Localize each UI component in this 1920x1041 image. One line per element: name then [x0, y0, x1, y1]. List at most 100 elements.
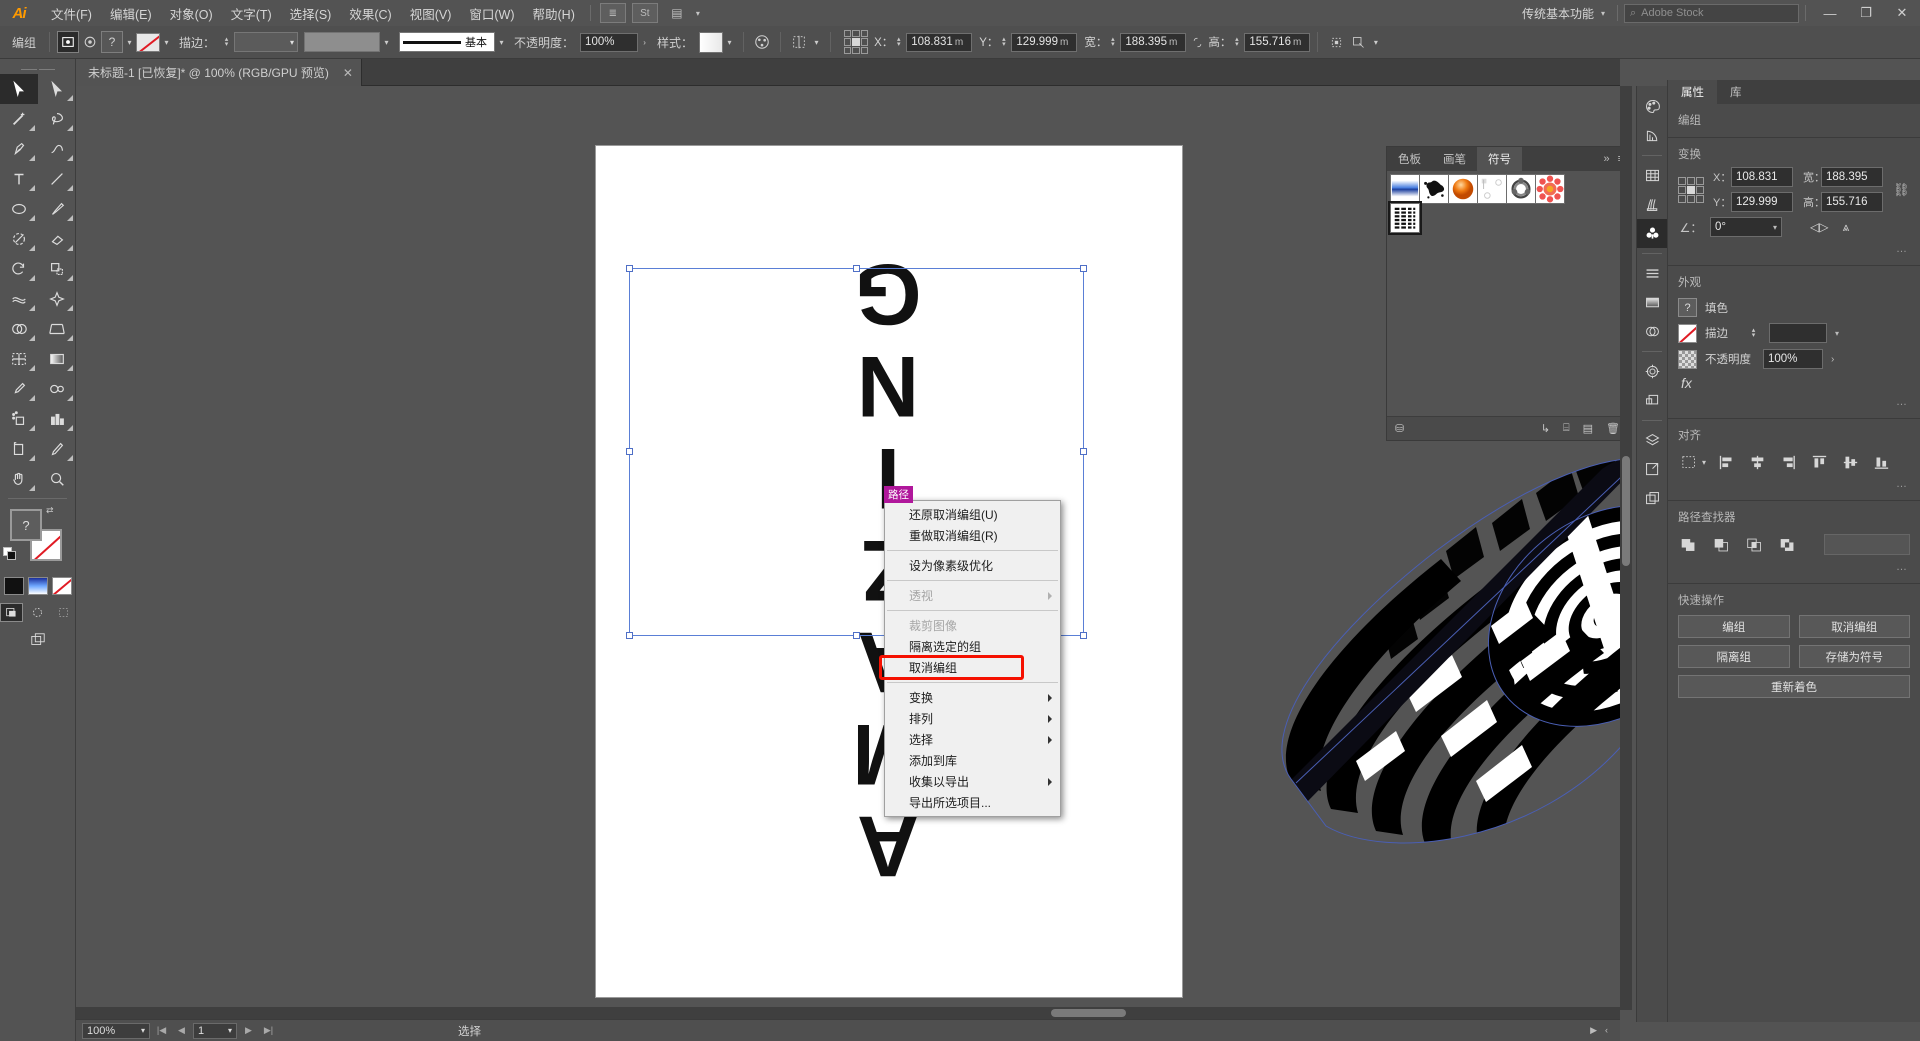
break-link-icon[interactable]: ↳: [1541, 422, 1550, 435]
brushes-panel-icon[interactable]: [1637, 190, 1668, 219]
transform-reference-point[interactable]: [1678, 177, 1704, 203]
pathfinder-more-button[interactable]: [1824, 534, 1910, 555]
lasso-tool[interactable]: [38, 104, 76, 134]
ctx-export-selection[interactable]: 导出所选项目...: [885, 792, 1060, 813]
constrain-proportions-icon[interactable]: [1186, 31, 1208, 53]
pen-tool[interactable]: [0, 134, 38, 164]
canvas-horizontal-scrollbar[interactable]: [76, 1007, 1620, 1019]
free-transform-tool[interactable]: [38, 284, 76, 314]
symbol-libraries-icon[interactable]: ⛁: [1395, 422, 1404, 435]
transform-each-icon[interactable]: [1325, 31, 1347, 53]
ctx-undo-ungroup[interactable]: 还原取消编组(U): [885, 504, 1060, 525]
tref-mr[interactable]: [1696, 186, 1704, 194]
draw-inside-icon[interactable]: [52, 603, 75, 622]
first-artboard-icon[interactable]: |◀: [153, 1023, 170, 1039]
align-right-icon[interactable]: [1777, 452, 1799, 472]
stroke-chevron-down-icon[interactable]: ▾: [160, 32, 173, 52]
swatches-panel-icon[interactable]: [1637, 161, 1668, 190]
align-chevron-down-icon[interactable]: ▾: [810, 32, 823, 52]
y-input[interactable]: 129.999m: [1011, 33, 1077, 52]
menu-edit[interactable]: 编辑(E): [101, 0, 161, 27]
refpoint-tr[interactable]: [861, 30, 868, 37]
ctx-select[interactable]: 选择: [885, 729, 1060, 750]
appearance-opacity-flyout-icon[interactable]: ›: [1831, 354, 1834, 365]
color-guide-panel-icon[interactable]: [1637, 121, 1668, 150]
tref-ml[interactable]: [1678, 186, 1686, 194]
tab-brushes[interactable]: 画笔: [1432, 147, 1477, 171]
align-center-horizontal-icon[interactable]: [1746, 452, 1768, 472]
align-top-icon[interactable]: [1808, 452, 1830, 472]
slice-tool[interactable]: [38, 434, 76, 464]
refpoint-bl[interactable]: [844, 47, 851, 54]
prev-artboard-icon[interactable]: ◀: [173, 1023, 190, 1039]
line-segment-tool[interactable]: [38, 164, 76, 194]
menu-file[interactable]: 文件(F): [42, 0, 101, 27]
hand-tool[interactable]: [0, 464, 38, 494]
document-tab[interactable]: 未标题-1 [已恢复]* @ 100% (RGB/GPU 预览) ✕: [76, 59, 362, 86]
tab-swatches[interactable]: 色板: [1387, 147, 1432, 171]
stroke-panel-icon[interactable]: [1637, 259, 1668, 288]
ctx-arrange[interactable]: 排列: [885, 708, 1060, 729]
delete-symbol-icon[interactable]: 🗑: [1606, 422, 1620, 435]
symbols-panel-icon[interactable]: [1637, 219, 1668, 248]
zoom-tool[interactable]: [38, 464, 76, 494]
align-chevron-down-icon-2[interactable]: ▾: [1702, 458, 1706, 467]
stroke-weight-combo[interactable]: ▾: [234, 32, 298, 52]
selection-tool[interactable]: [0, 74, 38, 104]
refpoint-bc[interactable]: [852, 47, 859, 54]
tref-tr[interactable]: [1696, 177, 1704, 185]
fx-icon[interactable]: fx: [1678, 375, 1692, 391]
symbol-chain-ring[interactable]: [1506, 174, 1536, 204]
flip-vertical-icon[interactable]: ⩓: [1842, 220, 1849, 235]
tref-tc[interactable]: [1687, 177, 1695, 185]
magic-wand-tool[interactable]: [0, 104, 38, 134]
pathfinder-minus-front-icon[interactable]: [1711, 535, 1732, 554]
menu-window[interactable]: 窗口(W): [460, 0, 523, 27]
type-tool[interactable]: [0, 164, 38, 194]
stroke-color-swatch[interactable]: [136, 33, 160, 52]
ctx-isolate-selected-group[interactable]: 隔离选定的组: [885, 636, 1060, 657]
pathfinder-exclude-icon[interactable]: [1777, 535, 1798, 554]
handle-top-center[interactable]: [853, 265, 860, 272]
tab-symbols[interactable]: 符号: [1477, 147, 1522, 171]
prop-angle-chevron-down-icon[interactable]: ▾: [1773, 223, 1777, 232]
fill-color-indicator[interactable]: ?: [10, 509, 42, 541]
tube-artwork[interactable]: [1236, 431, 1620, 881]
color-swatch-button[interactable]: [4, 577, 24, 595]
prop-y-input[interactable]: 129.999: [1731, 192, 1793, 212]
stroke-weight-stepper[interactable]: ▴▾: [221, 37, 232, 47]
flip-horizontal-icon[interactable]: ◁▷: [1810, 220, 1828, 235]
refpoint-tl[interactable]: [844, 30, 851, 37]
quick-action-ungroup[interactable]: 取消编组: [1799, 615, 1911, 638]
align-center-vertical-icon[interactable]: [1839, 452, 1861, 472]
mesh-tool[interactable]: [0, 344, 38, 374]
ctx-make-pixel-perfect[interactable]: 设为像素级优化: [885, 555, 1060, 576]
status-play-icon[interactable]: ▶: [1590, 1025, 1597, 1036]
window-close-button[interactable]: ✕: [1884, 0, 1920, 26]
shape-builder-tool[interactable]: [0, 314, 38, 344]
opacity-input[interactable]: 100%: [580, 33, 638, 52]
menu-select[interactable]: 选择(S): [281, 0, 341, 27]
shaper-tool[interactable]: [0, 224, 38, 254]
x-stepper[interactable]: ▴▾: [893, 37, 904, 47]
handle-bottom-right[interactable]: [1080, 632, 1087, 639]
stroke-profile-preview[interactable]: [304, 32, 380, 52]
menu-object[interactable]: 对象(O): [161, 0, 222, 27]
tools-panel-grip[interactable]: [0, 65, 75, 74]
draw-normal-icon[interactable]: [0, 603, 23, 622]
adobe-stock-icon[interactable]: St: [632, 3, 658, 23]
ctx-redo-ungroup[interactable]: 重做取消编组(R): [885, 525, 1060, 546]
vertical-scroll-thumb[interactable]: [1622, 456, 1630, 566]
brush-definition-combo[interactable]: 基本: [399, 32, 495, 52]
gradient-tool[interactable]: [38, 344, 76, 374]
draw-behind-icon[interactable]: [26, 603, 49, 622]
appearance-stroke-chevron-down-icon[interactable]: ▾: [1835, 329, 1839, 338]
ctx-ungroup[interactable]: 取消编组: [885, 657, 1060, 678]
workspace-switcher-icon[interactable]: ▤: [664, 3, 690, 23]
new-symbol-icon[interactable]: ▤: [1583, 422, 1593, 435]
transparency-panel-icon[interactable]: [1637, 317, 1668, 346]
column-graph-tool[interactable]: [38, 404, 76, 434]
fill-color-swatch[interactable]: ?: [101, 31, 123, 53]
tref-bc[interactable]: [1687, 195, 1695, 203]
canvas-vertical-scrollbar[interactable]: [1620, 86, 1632, 1010]
